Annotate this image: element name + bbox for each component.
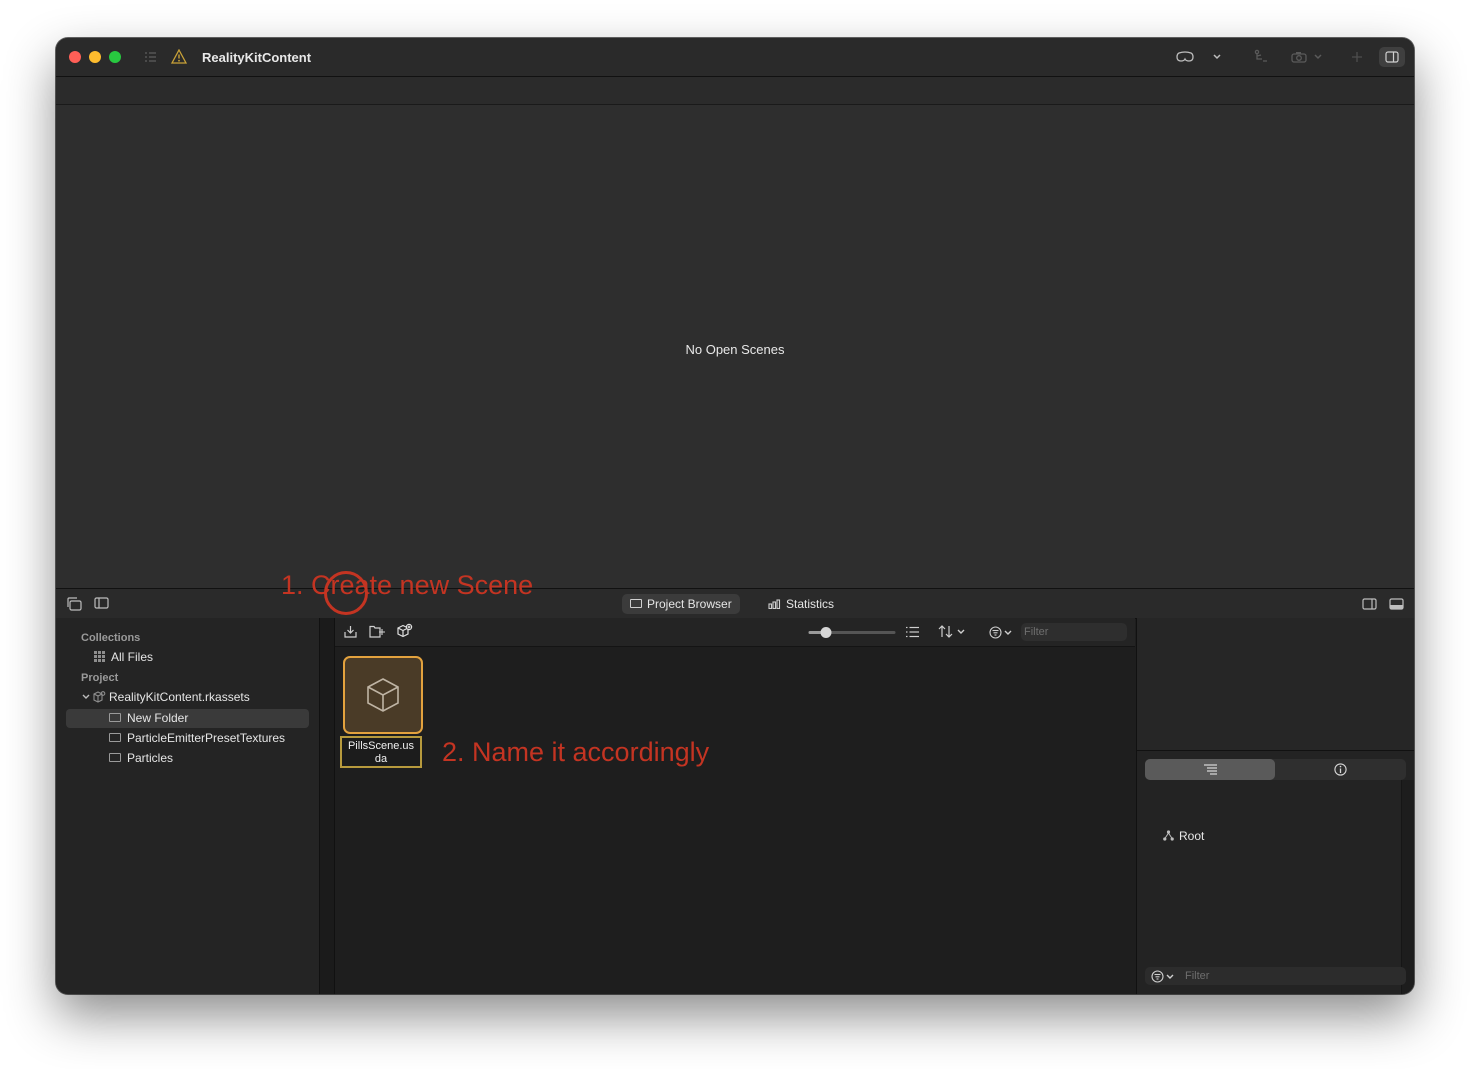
scene-name-line1: PillsScene.us bbox=[347, 740, 415, 752]
browser-toolbar: Filter bbox=[335, 618, 1135, 647]
import-icon[interactable] bbox=[344, 625, 357, 638]
simulation-icon[interactable] bbox=[1252, 49, 1268, 64]
sidebar-divider[interactable] bbox=[320, 618, 335, 994]
inspector-preview bbox=[1137, 618, 1414, 751]
warning-icon[interactable] bbox=[171, 49, 187, 64]
zoom-window-button[interactable] bbox=[109, 51, 121, 63]
inspector-panel: Root Filter bbox=[1136, 618, 1414, 994]
new-scene-tile[interactable] bbox=[343, 656, 423, 734]
new-window-icon[interactable] bbox=[66, 597, 82, 611]
sidebar-item-particle-emitter-preset-textures[interactable]: ParticleEmitterPresetTextures bbox=[109, 729, 285, 748]
folder-icon bbox=[109, 713, 121, 723]
sort-icon[interactable] bbox=[938, 625, 966, 638]
particle-emitter-label: ParticleEmitterPresetTextures bbox=[127, 731, 286, 745]
rkassets-label: RealityKitContent.rkassets bbox=[109, 690, 250, 704]
tab-project-browser[interactable]: Project Browser bbox=[622, 594, 740, 614]
bottom-tab-bar: Project Browser Statistics bbox=[56, 588, 1414, 619]
folder-icon bbox=[109, 753, 121, 763]
new-scene-icon[interactable] bbox=[395, 623, 413, 639]
chevron-down-icon[interactable] bbox=[1212, 53, 1222, 61]
left-sidebar-icon[interactable] bbox=[94, 597, 109, 609]
browser-filter-placeholder: Filter bbox=[1024, 626, 1049, 638]
annotation-step-2: 2. Name it accordingly bbox=[442, 737, 710, 767]
thumbnail-size-slider[interactable] bbox=[808, 626, 896, 639]
close-window-button[interactable] bbox=[69, 51, 81, 63]
project-browser-content[interactable]: Filter PillsScene.us da bbox=[335, 618, 1135, 994]
title-bar: RealityKitContent bbox=[56, 38, 1414, 77]
tab-project-browser-label: Project Browser bbox=[647, 597, 732, 611]
project-header: Project bbox=[81, 672, 119, 684]
browser-filter-input[interactable]: Filter bbox=[1021, 623, 1127, 641]
scene-name-line2: da bbox=[374, 753, 388, 765]
new-folder-label: New Folder bbox=[127, 711, 189, 725]
scene-tab-strip bbox=[56, 77, 1414, 105]
tab-statistics[interactable]: Statistics bbox=[760, 594, 842, 614]
sidebar-item-new-folder[interactable]: New Folder bbox=[109, 709, 188, 728]
sidebar-list-icon[interactable] bbox=[144, 51, 157, 63]
sidebar-item-all-files[interactable]: All Files bbox=[94, 648, 153, 667]
grid-icon bbox=[94, 651, 105, 663]
inspector-segmented-control bbox=[1145, 759, 1406, 780]
inspector-toggle-button[interactable] bbox=[1379, 47, 1405, 67]
right-sidebar-icon bbox=[1385, 51, 1399, 63]
hierarchy-icon bbox=[1204, 764, 1217, 775]
new-folder-icon[interactable] bbox=[369, 625, 386, 638]
tab-statistics-label: Statistics bbox=[786, 597, 835, 611]
project-sidebar: Collections All Files Project RealityKit… bbox=[56, 618, 320, 994]
list-view-icon[interactable] bbox=[905, 626, 920, 638]
root-label: Root bbox=[1179, 829, 1205, 843]
camera-icon[interactable] bbox=[1291, 51, 1307, 63]
annotation-step-1: 1. Create new Scene bbox=[281, 570, 534, 600]
bar-chart-icon bbox=[768, 599, 781, 609]
collections-header: Collections bbox=[81, 632, 141, 644]
root-entity-row[interactable]: Root bbox=[1163, 828, 1204, 844]
scene-name-field[interactable]: PillsScene.us da bbox=[340, 736, 422, 768]
inspector-panel-icon[interactable] bbox=[1362, 598, 1377, 610]
folder-icon bbox=[109, 733, 121, 743]
filter-menu-icon[interactable] bbox=[989, 626, 1015, 639]
inspector-filter-input[interactable]: Filter bbox=[1145, 967, 1406, 985]
add-icon[interactable] bbox=[1351, 51, 1363, 63]
hierarchy-tab[interactable] bbox=[1145, 759, 1275, 780]
app-window: RealityKitContent No Open Scenes Project… bbox=[56, 38, 1414, 994]
inspector-scrollbar[interactable] bbox=[1401, 780, 1414, 994]
cube-icon bbox=[367, 678, 399, 712]
no-open-scenes-message: No Open Scenes bbox=[685, 342, 785, 357]
sidebar-item-particles[interactable]: Particles bbox=[109, 749, 173, 768]
info-tab[interactable] bbox=[1276, 759, 1406, 780]
sidebar-item-rkassets[interactable]: RealityKitContent.rkassets bbox=[81, 688, 250, 707]
folder-icon bbox=[630, 599, 642, 609]
info-icon bbox=[1334, 763, 1347, 776]
window-title: RealityKitContent bbox=[202, 50, 312, 65]
particles-label: Particles bbox=[127, 751, 174, 765]
package-icon bbox=[93, 690, 106, 703]
camera-chevron-down-icon[interactable] bbox=[1313, 53, 1323, 61]
bottom-panel-icon[interactable] bbox=[1389, 598, 1404, 610]
all-files-label: All Files bbox=[111, 650, 154, 664]
disclosure-chevron-down-icon[interactable] bbox=[81, 693, 91, 701]
vision-pro-icon[interactable] bbox=[1176, 51, 1194, 63]
inspector-filter-placeholder: Filter bbox=[1185, 970, 1210, 982]
hierarchy-node-icon bbox=[1163, 830, 1174, 841]
minimize-window-button[interactable] bbox=[89, 51, 101, 63]
inspector-filter-menu-icon[interactable] bbox=[1151, 970, 1177, 983]
scene-viewport[interactable]: No Open Scenes bbox=[56, 105, 1414, 588]
